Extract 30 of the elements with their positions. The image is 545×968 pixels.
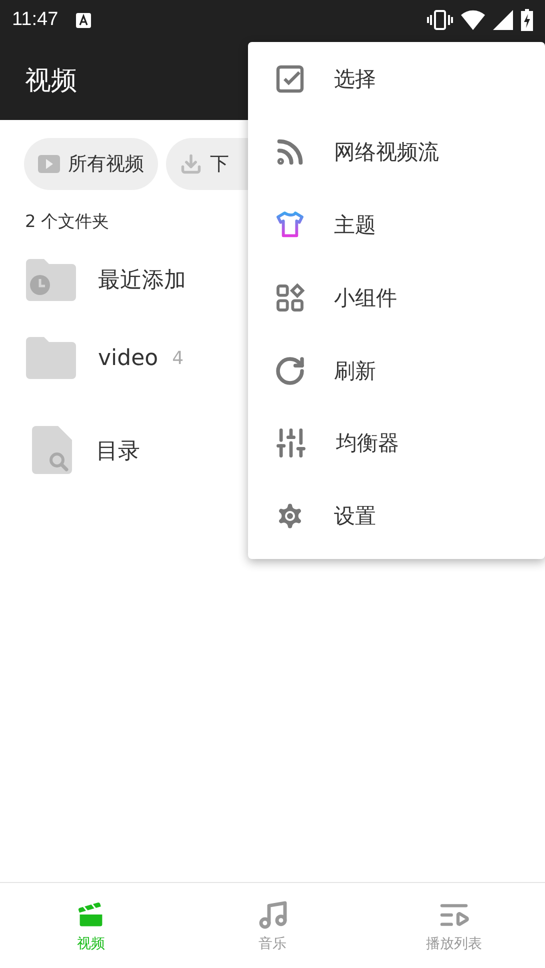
folder-name[interactable]: video <box>98 346 158 370</box>
menu-item[interactable]: 设置 <box>248 480 545 553</box>
equalizer-icon <box>274 426 308 460</box>
folder-name[interactable]: 最近添加 <box>98 265 186 295</box>
menu-item[interactable]: 网络视频流 <box>248 116 545 189</box>
folder-name[interactable]: 目录 <box>96 436 140 466</box>
signal-icon <box>493 10 513 30</box>
vibrate-icon <box>427 10 453 30</box>
play-icon <box>38 155 60 173</box>
folder-icon <box>26 337 76 379</box>
widgets-icon <box>274 282 306 314</box>
menu-item[interactable]: 主题 <box>248 188 545 262</box>
folder-count: 2 个文件夹 <box>25 211 110 233</box>
screen-title: 视频 <box>25 64 77 98</box>
battery-charging-icon <box>521 9 533 31</box>
menu-item[interactable]: 均衡器 <box>248 406 545 480</box>
menu-item[interactable]: 小组件 <box>248 261 545 334</box>
status-time: 11:47 <box>12 9 58 31</box>
refresh-icon <box>274 354 306 387</box>
filter-chip[interactable]: 所有视频 <box>24 138 158 190</box>
checkbox-icon <box>274 63 306 96</box>
menu-item[interactable]: 选择 <box>248 43 545 116</box>
music-note-icon <box>256 898 288 930</box>
keyboard-notification-icon <box>76 12 92 28</box>
menu-item[interactable]: 刷新 <box>248 334 545 407</box>
file-count: 4 <box>172 348 184 368</box>
download-icon <box>180 153 202 175</box>
wifi-icon <box>461 10 485 30</box>
folder-clock-icon <box>26 259 76 301</box>
file-search-icon <box>32 426 74 476</box>
